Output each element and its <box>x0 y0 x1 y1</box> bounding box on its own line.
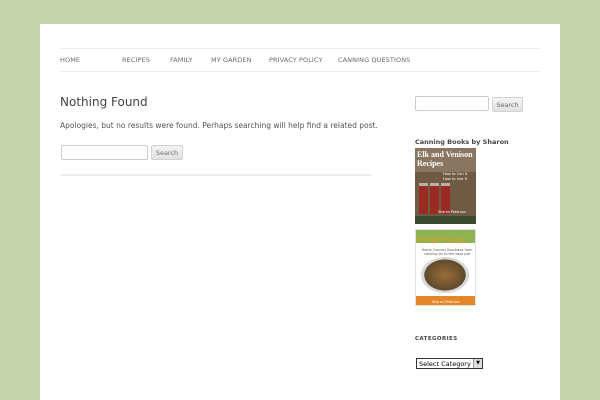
main-search-button[interactable]: Search <box>151 145 183 160</box>
canning-books-heading: Canning Books by Sharon <box>415 138 509 146</box>
book1-author: Sharon Peterson <box>438 210 466 214</box>
categories-heading: CATEGORIES <box>415 336 458 342</box>
book-cover-simple-soups[interactable]: Simple Soups Home Canned Goodness from c… <box>415 229 476 306</box>
nav-item-privacy-policy[interactable]: PRIVACY POLICY <box>269 56 323 64</box>
sidebar-search-button[interactable]: Search <box>492 97 523 112</box>
page-container: HOME RECIPES FAMILY MY GARDEN PRIVACY PO… <box>40 24 560 400</box>
book2-title: Simple Soups <box>418 236 466 244</box>
soup-bowl-image <box>421 257 469 293</box>
nav-item-home[interactable]: HOME <box>60 56 80 64</box>
category-select-value: Select Category <box>419 360 471 368</box>
cover-band <box>415 216 476 224</box>
book1-subtitle: How to Can It How to Use It <box>443 172 468 181</box>
no-results-message: Apologies, but no results were found. Pe… <box>60 121 378 130</box>
book1-title: Elk and Venison Recipes <box>417 150 473 168</box>
content-divider <box>60 174 372 176</box>
sidebar-search-input[interactable] <box>415 96 489 111</box>
book-cover-elk-venison[interactable]: Elk and Venison Recipes How to Can It Ho… <box>415 148 476 224</box>
nav-item-canning-questions[interactable]: CANNING QUESTIONS <box>338 56 410 64</box>
main-search-input[interactable] <box>61 145 148 160</box>
nav-item-my-garden[interactable]: MY GARDEN <box>211 56 252 64</box>
jar <box>419 186 428 214</box>
category-select[interactable]: Select Category ▼ <box>416 358 483 369</box>
page-title: Nothing Found <box>60 95 148 109</box>
book2-subtitle: Home Canned Goodness from canning jar to… <box>421 248 473 257</box>
nav-item-recipes[interactable]: RECIPES <box>122 56 150 64</box>
book2-author: Sharon Peterson <box>432 300 460 304</box>
chevron-down-icon: ▼ <box>473 359 482 368</box>
main-navigation: HOME RECIPES FAMILY MY GARDEN PRIVACY PO… <box>60 48 540 72</box>
nav-item-family[interactable]: FAMILY <box>170 56 192 64</box>
